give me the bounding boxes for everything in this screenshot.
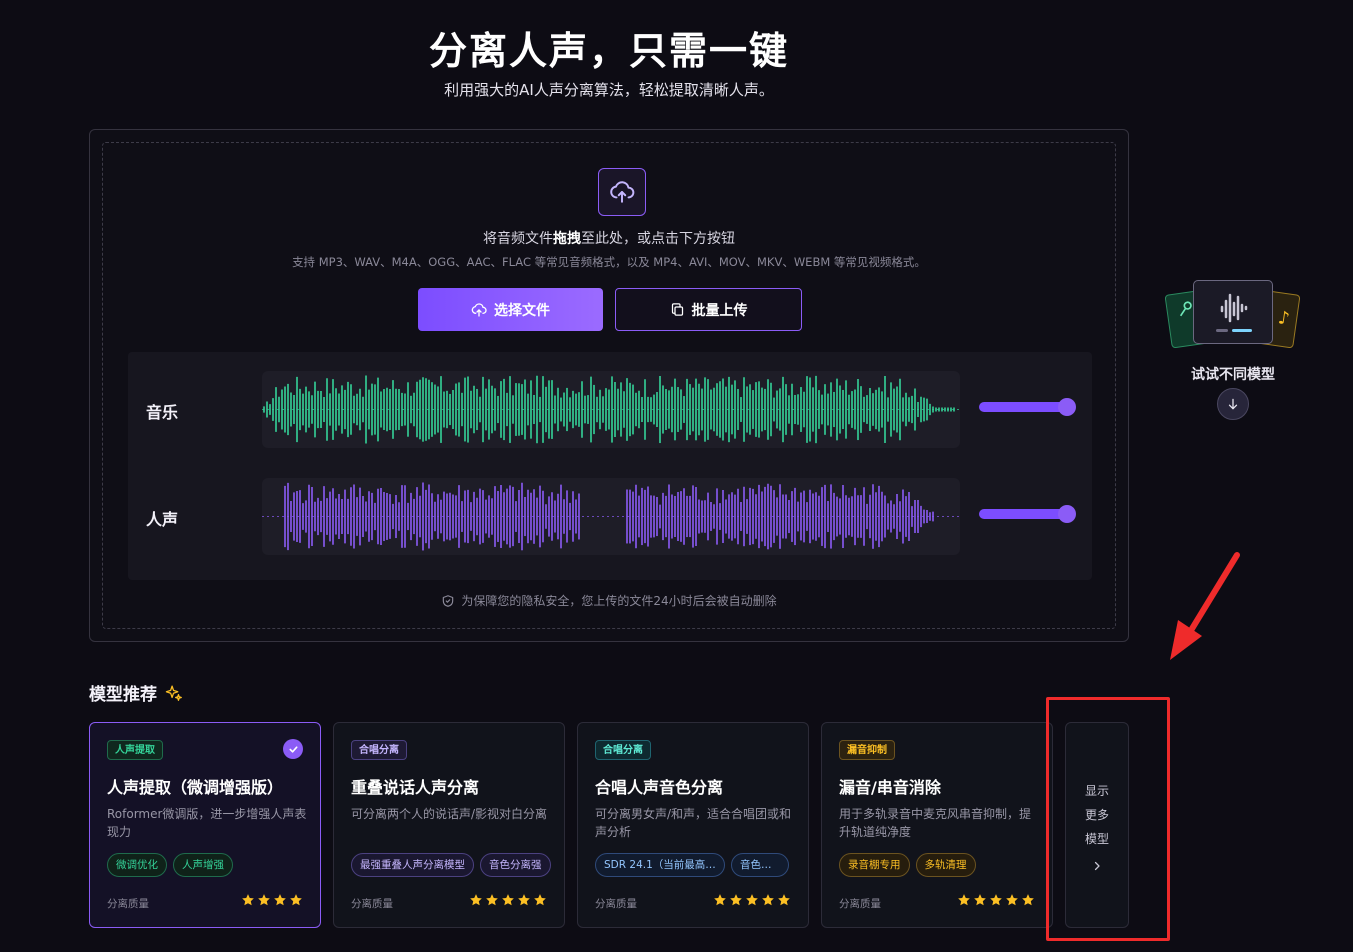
batch-upload-button[interactable]: 批量上传 — [615, 288, 802, 331]
star-icon — [990, 894, 1002, 906]
music-waveform — [262, 371, 960, 448]
star-icon — [470, 894, 482, 906]
star-icon — [746, 894, 758, 906]
copy-files-icon — [671, 303, 683, 316]
music-volume-handle[interactable] — [1058, 398, 1076, 416]
star-icon — [242, 894, 254, 906]
vocal-volume-handle[interactable] — [1058, 505, 1076, 523]
model-title: 漏音/串音消除 — [839, 778, 941, 797]
music-note-icon: ♪ — [1276, 307, 1292, 330]
annotation-arrow — [1170, 552, 1240, 660]
quality-label: 分离质量 — [107, 898, 149, 910]
model-feature-chips: SDR 24.1（当前最高之... 音色分... — [595, 853, 789, 877]
feature-chip: SDR 24.1（当前最高之... — [595, 853, 725, 877]
model-feature-chips: 最强重叠人声分离模型 音色分离强 — [351, 853, 551, 877]
model-category-tag: 合唱分离 — [351, 740, 407, 760]
star-icon — [1022, 894, 1034, 906]
page-subtitle: 利用强大的AI人声分离算法，轻松提取清晰人声。 — [444, 81, 774, 99]
star-icon — [502, 894, 514, 906]
quality-rating — [241, 893, 303, 907]
model-description: 可分离两个人的说话声/影视对白分离 — [351, 807, 548, 821]
privacy-notice: 为保障您的隐私安全，您上传的文件24小时后会被自动删除 — [103, 592, 1115, 609]
model-feature-chips: 微调优化 人声增强 — [107, 853, 233, 877]
quality-label: 分离质量 — [595, 898, 637, 910]
quality-rating — [713, 893, 791, 907]
star-icon — [730, 894, 742, 906]
star-icon — [518, 894, 530, 906]
drag-instruction: 将音频文件拖拽至此处，或点击下方按钮 — [483, 231, 735, 247]
choose-file-button[interactable]: 选择文件 — [418, 288, 603, 331]
star-icon — [762, 894, 774, 906]
star-icon — [486, 894, 498, 906]
model-description: 可分离男女声/和声，适合合唱团或和声分析 — [595, 807, 792, 839]
supported-formats: 支持 MP3、WAV、M4A、OGG、AAC、FLAC 等常见音频格式，以及 M… — [292, 255, 926, 269]
cloud-upload-icon[interactable] — [598, 168, 646, 216]
star-icon — [274, 894, 286, 906]
model-card[interactable]: 人声提取人声提取（微调增强版） Roformer微调版，进一步增强人声表现力微调优… — [89, 722, 321, 928]
model-title: 重叠说话人声分离 — [351, 778, 480, 797]
scroll-down-button[interactable] — [1217, 388, 1249, 420]
model-feature-chips: 录音棚专用 多轨清理 — [839, 853, 976, 877]
model-description: 用于多轨录音中麦克风串音抑制，提升轨道纯净度 — [839, 807, 1032, 839]
upload-dropzone[interactable]: 将音频文件拖拽至此处，或点击下方按钮 支持 MP3、WAV、M4A、OGG、AA… — [102, 142, 1116, 629]
star-icon — [714, 894, 726, 906]
quality-rating — [957, 893, 1035, 907]
models-section-title: 模型推荐 — [89, 680, 182, 705]
vocal-track-label: 人声 — [146, 510, 179, 529]
star-icon — [1006, 894, 1018, 906]
star-icon — [534, 894, 546, 906]
feature-chip: 微调优化 — [107, 853, 167, 877]
waveform-preview: 音乐 人声 — [128, 352, 1092, 580]
model-description: Roformer微调版，进一步增强人声表现力 — [107, 807, 307, 839]
sparkle-icon — [165, 685, 182, 701]
try-models-label: 试试不同模型 — [1191, 367, 1275, 383]
check-icon — [283, 739, 303, 759]
star-icon — [778, 894, 790, 906]
feature-chip: 人声增强 — [173, 853, 233, 877]
star-icon — [258, 894, 270, 906]
model-title: 人声提取（微调增强版） — [107, 778, 284, 797]
upload-panel: 将音频文件拖拽至此处，或点击下方按钮 支持 MP3、WAV、M4A、OGG、AA… — [89, 129, 1129, 642]
star-icon — [974, 894, 986, 906]
quality-label: 分离质量 — [351, 898, 393, 910]
feature-chip: 音色分... — [731, 853, 789, 877]
cloud-upload-icon — [471, 302, 487, 317]
model-card-waveform — [1193, 280, 1273, 344]
model-title: 合唱人声音色分离 — [595, 778, 724, 797]
waveform-icon — [1216, 293, 1252, 332]
model-category-tag: 人声提取 — [107, 740, 163, 760]
model-category-tag: 漏音抑制 — [839, 740, 895, 760]
feature-chip: 录音棚专用 — [839, 853, 910, 877]
quality-rating — [469, 893, 547, 907]
feature-chip: 音色分离强 — [480, 853, 551, 877]
star-icon — [290, 894, 302, 906]
feature-chip: 最强重叠人声分离模型 — [351, 853, 474, 877]
model-card[interactable]: 合唱分离合唱人声音色分离可分离男女声/和声，适合合唱团或和声分析 SDR 24.1… — [577, 722, 809, 928]
try-models-widget[interactable]: ♪ 试试不同模型 — [1163, 280, 1303, 420]
model-category-tag: 合唱分离 — [595, 740, 651, 760]
star-icon — [958, 894, 970, 906]
vocal-waveform — [262, 478, 960, 555]
feature-chip: 多轨清理 — [915, 853, 976, 877]
model-card[interactable]: 漏音抑制漏音/串音消除用于多轨录音中麦克风串音抑制，提升轨道纯净度录音棚专用 多轨… — [821, 722, 1053, 928]
arrow-down-icon — [1228, 398, 1238, 410]
page-title: 分离人声，只需一键 — [428, 29, 789, 73]
shield-check-icon — [443, 594, 454, 607]
model-card[interactable]: 合唱分离重叠说话人声分离可分离两个人的说话声/影视对白分离最强重叠人声分离模型音… — [333, 722, 565, 928]
quality-label: 分离质量 — [839, 898, 881, 910]
music-track-label: 音乐 — [146, 403, 179, 422]
annotation-highlight-box — [1046, 697, 1170, 941]
